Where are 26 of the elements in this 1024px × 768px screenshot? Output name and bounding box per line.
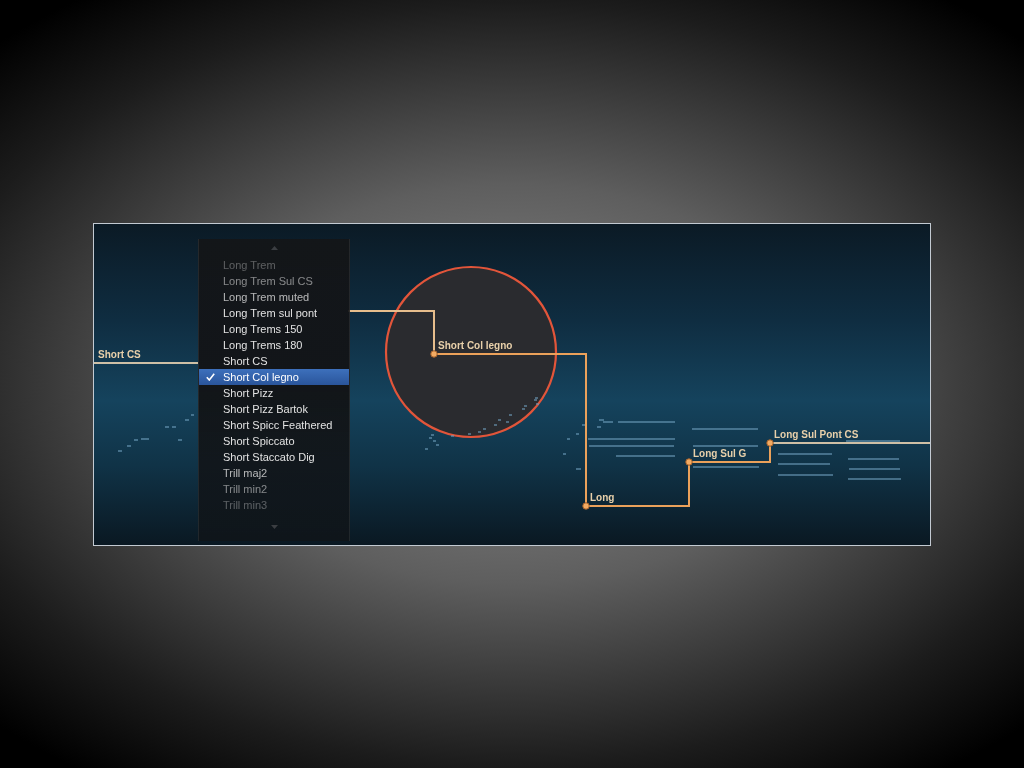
node-label: Short CS xyxy=(98,348,141,360)
menu-item[interactable]: Trill maj2 xyxy=(199,464,349,481)
menu-item[interactable]: Short Col legno xyxy=(199,368,349,385)
menu-item[interactable]: Short Spiccato xyxy=(199,432,349,449)
scroll-down-icon[interactable] xyxy=(270,524,278,529)
node-label: Long Sul G xyxy=(693,447,747,459)
menu-item[interactable]: Short Pizz Bartok xyxy=(199,400,349,417)
menu-item[interactable]: Long Trems 150 xyxy=(199,320,349,337)
node-label: Long xyxy=(590,491,615,503)
node-label: Long Sul Pont CS xyxy=(774,428,859,440)
menu-item[interactable]: Trill min2 xyxy=(199,480,349,497)
menu-item[interactable]: Short CS xyxy=(199,352,349,369)
menu-item[interactable]: Long Trem muted xyxy=(199,288,349,305)
menu-item[interactable]: Long Trem Sul CS xyxy=(199,272,349,289)
node-marker-icon xyxy=(766,438,774,447)
checkmark-icon xyxy=(206,372,215,381)
node-label: Short Col legno xyxy=(438,339,513,351)
menu-item[interactable]: Short Spicc Feathered xyxy=(199,416,349,433)
menu-item[interactable]: Long Trem sul pont xyxy=(199,304,349,321)
scroll-up-icon[interactable] xyxy=(270,245,278,250)
menu-item[interactable]: Short Staccato Dig xyxy=(199,448,349,465)
node-marker-icon xyxy=(685,457,693,466)
menu-item[interactable]: Short Pizz xyxy=(199,384,349,401)
node-marker-icon xyxy=(430,349,438,358)
menu-item[interactable]: Long Trems 180 xyxy=(199,336,349,353)
node-marker-icon xyxy=(582,501,590,510)
